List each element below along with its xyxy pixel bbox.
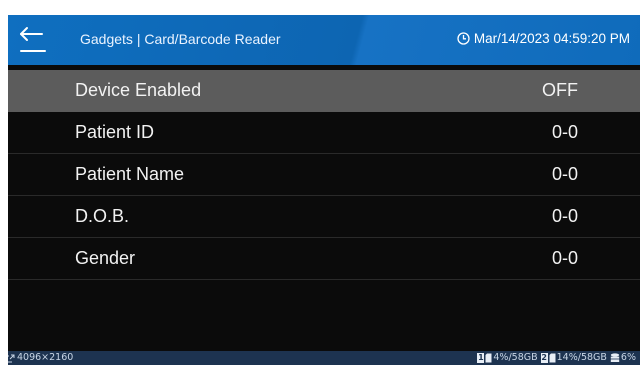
slot-number: 1	[477, 352, 485, 363]
storage-usage: 6%	[620, 352, 636, 363]
sd-slot-1: 1 4%/58GB	[477, 352, 538, 363]
row-gender[interactable]: Gender 0-0	[8, 238, 640, 280]
row-label: Gender	[75, 248, 136, 268]
back-arrow-icon	[20, 27, 46, 52]
row-label: Device Enabled	[75, 80, 202, 100]
slot-usage: 14%/58GB	[556, 352, 607, 363]
header-bar: Gadgets | Card/Barcode Reader Mar/14/202…	[8, 15, 640, 65]
resolution-text: 4096×2160	[17, 352, 74, 363]
sd-card-icon	[549, 353, 556, 362]
row-patient-name[interactable]: Patient Name 0-0	[8, 154, 640, 196]
row-value: 0-0	[551, 206, 578, 226]
database-icon	[610, 352, 620, 362]
row-label: D.O.B.	[75, 206, 130, 226]
row-value: 0-0	[551, 248, 578, 268]
row-label: Patient Name	[75, 164, 185, 184]
output-icon	[8, 354, 15, 362]
settings-list: Device Enabled OFF Patient ID 0-0 Patien…	[8, 70, 640, 280]
sd-card-icon	[485, 353, 492, 362]
status-bar: 4096×2160 1 4%/58GB 2 14%/58GB 6%	[8, 351, 640, 365]
row-patient-id[interactable]: Patient ID 0-0	[8, 112, 640, 154]
slot-number: 2	[540, 352, 548, 363]
row-value: OFF	[542, 80, 578, 100]
internal-storage: 6%	[610, 352, 636, 363]
back-button[interactable]	[18, 24, 48, 54]
page-title: Gadgets | Card/Barcode Reader	[80, 31, 281, 47]
row-dob[interactable]: D.O.B. 0-0	[8, 196, 640, 238]
app-screen: Gadgets | Card/Barcode Reader Mar/14/202…	[8, 15, 640, 365]
row-value: 0-0	[551, 122, 578, 142]
clock: Mar/14/2023 04:59:20 PM	[457, 31, 630, 46]
slot-usage: 4%/58GB	[493, 352, 538, 363]
row-device-enabled[interactable]: Device Enabled OFF	[8, 70, 640, 112]
clock-text: Mar/14/2023 04:59:20 PM	[473, 31, 630, 46]
storage-indicators: 1 4%/58GB 2 14%/58GB 6%	[477, 352, 636, 363]
resolution-indicator: 4096×2160	[8, 352, 73, 363]
row-value: 0-0	[551, 164, 578, 184]
row-label: Patient ID	[75, 122, 155, 142]
sd-slot-2: 2 14%/58GB	[540, 352, 607, 363]
clock-icon	[457, 32, 470, 45]
